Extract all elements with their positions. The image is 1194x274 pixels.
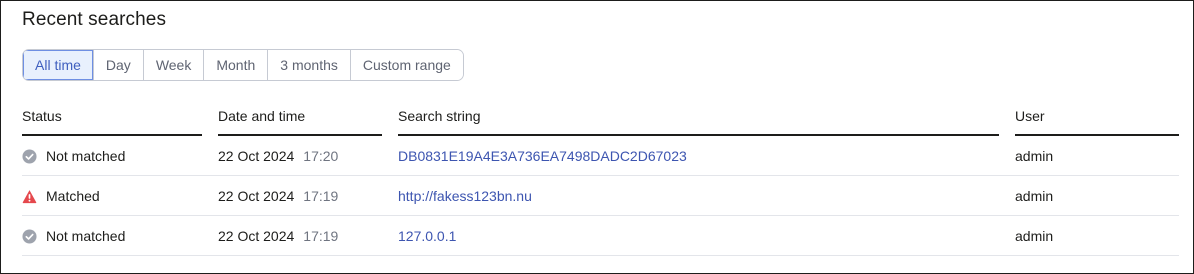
check-circle-icon — [22, 148, 37, 164]
filter-week[interactable]: Week — [142, 50, 204, 80]
column-header-status[interactable]: Status — [22, 99, 202, 136]
check-circle-icon — [22, 228, 37, 244]
date-text: 22 Oct 2024 — [218, 148, 295, 164]
search-string-link[interactable]: DB0831E19A4E3A736EA7498DADC2D67023 — [398, 148, 687, 164]
page-title: Recent searches — [22, 9, 167, 30]
date-text: 22 Oct 2024 — [218, 188, 295, 204]
filter-all-time[interactable]: All time — [23, 50, 93, 80]
search-string-cell: DB0831E19A4E3A736EA7498DADC2D67023 — [398, 136, 999, 176]
filter-3-months[interactable]: 3 months — [267, 50, 350, 80]
user-cell: admin — [1015, 228, 1054, 244]
column-header-user[interactable]: User — [1015, 99, 1179, 136]
status-cell: Matched — [22, 176, 202, 216]
date-cell: 22 Oct 2024 17:19 — [218, 176, 382, 216]
table-header: Status Date and time Search string User — [22, 99, 1179, 136]
table-row: Matched 22 Oct 2024 17:19 http://fakess1… — [22, 176, 1179, 216]
status-text: Matched — [46, 188, 100, 204]
search-string-link[interactable]: 127.0.0.1 — [398, 228, 456, 244]
status-text: Not matched — [46, 148, 126, 164]
time-range-filter: All time Day Week Month 3 months Custom … — [22, 49, 464, 81]
searches-table: Status Date and time Search string User … — [22, 99, 1179, 256]
table-row: Not matched 22 Oct 2024 17:20 DB0831E19A… — [22, 136, 1179, 176]
time-text: 17:20 — [303, 148, 339, 164]
warning-triangle-icon — [22, 189, 37, 203]
time-text: 17:19 — [303, 228, 339, 244]
search-string-link[interactable]: http://fakess123bn.nu — [398, 188, 532, 204]
filter-custom-range[interactable]: Custom range — [349, 50, 463, 80]
search-string-cell: http://fakess123bn.nu — [398, 176, 999, 216]
status-cell: Not matched — [22, 216, 202, 256]
table-row: Not matched 22 Oct 2024 17:19 127.0.0.1 … — [22, 216, 1179, 256]
date-cell: 22 Oct 2024 17:19 — [218, 216, 382, 256]
status-cell: Not matched — [22, 136, 202, 176]
filter-month[interactable]: Month — [203, 50, 268, 80]
column-header-date[interactable]: Date and time — [218, 99, 382, 136]
date-text: 22 Oct 2024 — [218, 228, 295, 244]
time-text: 17:19 — [303, 188, 339, 204]
filter-day[interactable]: Day — [92, 50, 143, 80]
user-cell: admin — [1015, 148, 1054, 164]
user-cell: admin — [1015, 188, 1054, 204]
recent-searches-panel: Recent searches All time Day Week Month … — [0, 0, 1194, 274]
column-header-search-string[interactable]: Search string — [398, 99, 999, 136]
search-string-cell: 127.0.0.1 — [398, 216, 999, 256]
status-text: Not matched — [46, 228, 126, 244]
date-cell: 22 Oct 2024 17:20 — [218, 136, 382, 176]
